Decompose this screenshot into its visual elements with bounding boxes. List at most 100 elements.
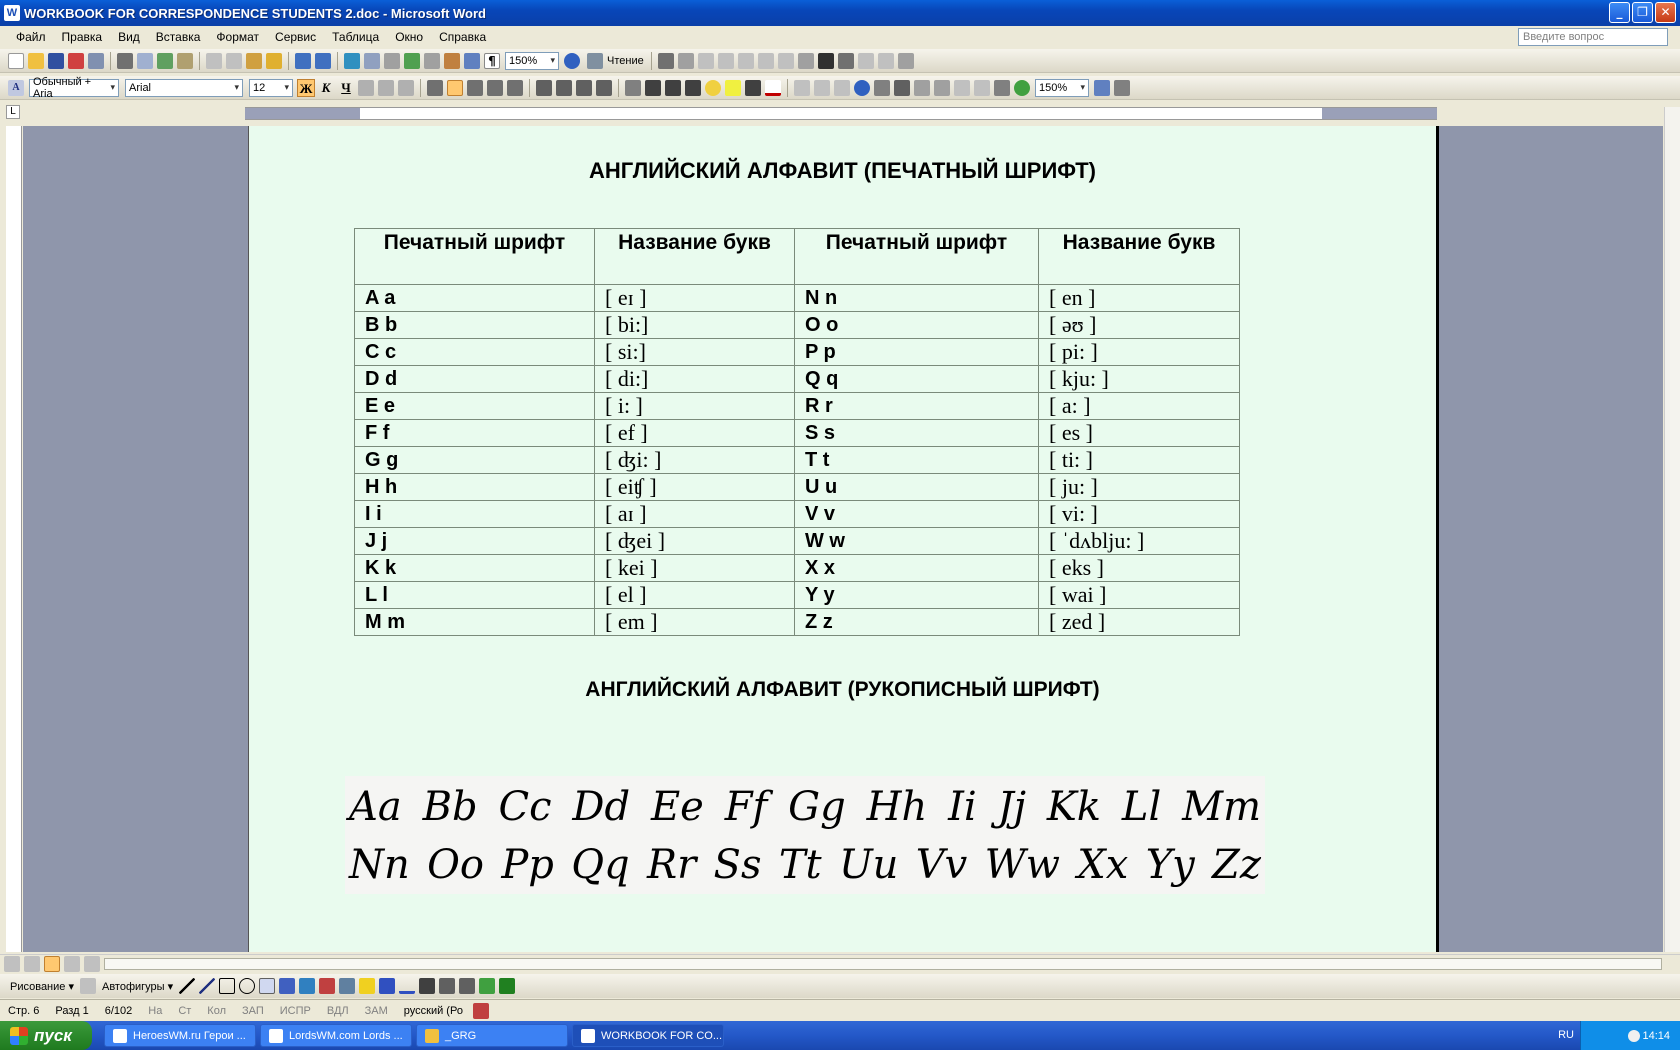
borders-icon[interactable] [625,79,641,96]
increase-indent-icon[interactable] [596,79,612,96]
font-size-select[interactable]: 12 [249,78,293,97]
3d-icon[interactable] [499,978,516,994]
rectangle-icon[interactable] [219,978,236,994]
fax-icon[interactable] [894,79,910,96]
wordart-icon[interactable] [279,978,296,994]
justify-icon[interactable] [487,79,503,96]
start-button[interactable]: пуск [0,1021,92,1050]
toolbar-icon-n[interactable] [794,79,810,96]
toolbar-icon-a[interactable] [657,52,674,69]
outline-view-icon[interactable] [64,955,80,972]
paste-icon[interactable] [246,52,262,69]
smiley-icon[interactable] [705,79,721,96]
toolbar-icon-h[interactable] [797,52,814,69]
ruler-track[interactable] [245,107,1437,120]
minimize-button[interactable]: _ [1609,2,1630,23]
save-icon[interactable] [48,52,64,69]
grow-font-icon[interactable] [358,79,374,96]
menu-file[interactable]: Файл [6,30,54,44]
horizontal-ruler[interactable]: L [0,101,1680,125]
align-center-icon[interactable] [447,79,463,96]
undo-icon[interactable] [295,52,311,69]
toolbar-icon-l[interactable] [877,52,894,69]
toolbar-icon-i[interactable] [817,52,834,69]
zoom-select[interactable]: 150% [505,51,559,70]
permission-icon[interactable] [68,52,84,69]
line-spacing-icon[interactable] [507,79,523,96]
restore-button[interactable]: ❐ [1632,2,1653,23]
menu-edit[interactable]: Правка [54,30,111,44]
menu-format[interactable]: Формат [208,30,267,44]
highlight-icon[interactable] [725,79,741,96]
toolbar-icon-b[interactable] [677,52,694,69]
italic-button[interactable]: К [317,79,335,97]
toolbar-icon-g[interactable] [777,52,794,69]
menu-window[interactable]: Окно [387,30,431,44]
toolbar-icon-w[interactable] [1114,79,1130,96]
toolbar-icon-j[interactable] [837,52,854,69]
toolbar-icon-k[interactable] [857,52,874,69]
toolbar-icon-p[interactable] [834,79,850,96]
underline-button[interactable]: Ч [337,79,355,97]
drawing-menu[interactable]: Рисование ▾ [6,980,78,993]
toolbar-icon-r[interactable] [934,79,950,96]
font-select[interactable]: Arial [125,78,243,97]
decrease-indent-icon[interactable] [576,79,592,96]
toolbar-icon-o[interactable] [814,79,830,96]
print-preview-icon[interactable] [137,52,153,69]
document-page[interactable]: АНГЛИЙСКИЙ АЛФАВИТ (ПЕЧАТНЫЙ ШРИФТ) Печа… [248,126,1439,952]
line-icon[interactable] [179,978,196,994]
word-app-icon[interactable]: W [4,5,20,21]
help-icon[interactable] [564,52,580,69]
toolbar-icon-m[interactable] [897,52,914,69]
numbering-icon[interactable] [536,79,552,96]
menu-help[interactable]: Справка [431,30,494,44]
shadow-icon[interactable] [479,978,496,994]
printer-icon[interactable] [874,79,890,96]
print-icon[interactable] [117,52,133,69]
email-icon[interactable] [88,52,104,69]
new-document-icon[interactable] [8,52,24,69]
horizontal-scroll-track[interactable] [104,958,1662,970]
close-button[interactable]: ✕ [1655,2,1676,23]
bold-button[interactable]: Ж [297,78,315,97]
status-rec[interactable]: ЗАП [234,1005,272,1017]
shrink-font-icon[interactable] [378,79,394,96]
taskbar-item[interactable]: LordsWM.com Lords ... [260,1024,412,1047]
toolbar-icon-u[interactable] [994,79,1010,96]
arrow-icon[interactable] [199,978,216,994]
reading-layout-icon[interactable] [84,955,100,972]
tab-selector[interactable]: L [6,105,20,119]
print-layout-icon[interactable] [44,955,60,972]
taskbar-item[interactable]: HeroesWM.ru Герои ... [104,1024,256,1047]
zoom-select-2[interactable]: 150% [1035,78,1089,97]
language-indicator[interactable]: RU [1558,1029,1574,1041]
insert-excel-icon[interactable] [404,52,420,69]
horizontal-scrollbar[interactable] [0,954,1680,972]
format-painter-icon[interactable] [266,52,282,69]
toolbar-icon-d[interactable] [717,52,734,69]
tray-icon[interactable] [1628,1029,1641,1042]
spelling-icon[interactable] [157,52,173,69]
normal-view-icon[interactable] [4,955,20,972]
vertical-ruler[interactable] [6,126,22,952]
toolbar-icon-s[interactable] [954,79,970,96]
document-map-icon[interactable] [464,52,480,69]
menu-tools[interactable]: Сервис [267,30,324,44]
line-style-icon[interactable] [419,978,436,994]
menu-insert[interactable]: Вставка [148,30,209,44]
styles-pane-icon[interactable]: A [8,79,24,96]
spelling-status-icon[interactable] [472,1002,489,1019]
org-chart-icon[interactable] [645,79,661,96]
clipart-icon[interactable] [319,978,336,994]
structure-icon[interactable] [745,79,761,96]
web-icon[interactable] [1014,79,1030,96]
toolbar-icon-e[interactable] [737,52,754,69]
insert-table-icon[interactable] [384,52,400,69]
research-icon[interactable] [177,52,193,69]
taskbar-item[interactable]: WORKBOOK FOR CO... [572,1024,724,1047]
picture-icon[interactable] [339,978,356,994]
drawing-font-color-icon[interactable] [399,978,416,994]
cut-icon[interactable] [206,52,222,69]
taskbar-item[interactable]: _GRG [416,1024,568,1047]
